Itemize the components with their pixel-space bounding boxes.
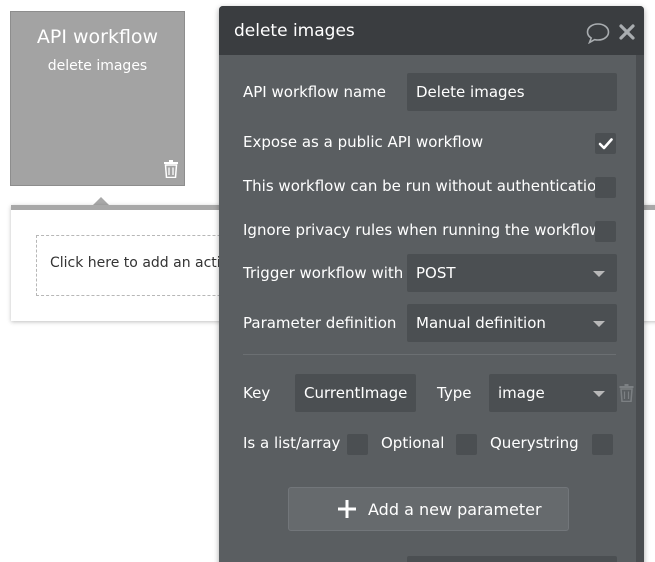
trigger-label: Trigger workflow with — [243, 264, 404, 282]
workflow-name-input[interactable]: Delete images — [407, 73, 617, 111]
workflow-name-label: API workflow name — [243, 83, 386, 101]
param-key-input[interactable]: CurrentImage — [295, 374, 416, 412]
param-definition-dropdown[interactable]: Manual definition — [407, 304, 617, 342]
panel-header: delete images — [219, 6, 644, 55]
panel-title: delete images — [234, 21, 355, 41]
trigger-dropdown[interactable]: POST — [407, 254, 617, 292]
trigger-value: POST — [416, 264, 456, 282]
add-parameter-button[interactable]: Add a new parameter — [288, 487, 569, 531]
add-action-text[interactable]: Click here to add an action — [50, 255, 225, 271]
param-definition-value: Manual definition — [416, 314, 546, 332]
workflow-card-subtitle: delete images — [47, 58, 148, 74]
param-type-value: image — [498, 384, 545, 402]
param-type-dropdown[interactable]: image — [489, 374, 617, 412]
param-type-label: Type — [437, 384, 472, 402]
expose-public-label: Expose as a public API workflow — [243, 133, 484, 151]
ignore-privacy-label: Ignore privacy rules when running the wo… — [243, 221, 602, 239]
param-key-value: CurrentImage — [304, 384, 408, 402]
add-parameter-label: Add a new parameter — [368, 500, 542, 519]
plus-icon — [338, 500, 356, 518]
property-editor-panel: delete images API workflow name Delete i… — [219, 6, 644, 562]
querystring-label: Querystring — [490, 434, 579, 452]
querystring-checkbox[interactable] — [592, 434, 613, 455]
chevron-down-icon — [593, 271, 605, 277]
section-divider — [243, 354, 616, 355]
is-list-checkbox[interactable] — [347, 434, 368, 455]
trash-icon[interactable] — [619, 384, 634, 402]
checkmark-icon — [598, 138, 613, 150]
no-auth-checkbox[interactable] — [595, 177, 616, 198]
optional-label: Optional — [381, 434, 445, 452]
chevron-down-icon — [593, 391, 605, 397]
is-list-label: Is a list/array — [243, 434, 341, 452]
next-field-partial[interactable] — [407, 556, 617, 562]
param-definition-label: Parameter definition — [243, 314, 397, 332]
workflow-card[interactable]: API workflow delete images — [10, 11, 185, 186]
editor-root: API workflow delete images Click here to… — [0, 0, 655, 562]
no-auth-label: This workflow can be run without authent… — [243, 177, 606, 195]
ignore-privacy-checkbox[interactable] — [595, 221, 616, 242]
trash-icon[interactable] — [163, 160, 179, 178]
close-icon[interactable] — [618, 23, 636, 41]
optional-checkbox[interactable] — [456, 434, 477, 455]
panel-scrollbar[interactable] — [636, 55, 644, 562]
chevron-down-icon — [593, 321, 605, 327]
workflow-name-value: Delete images — [416, 83, 525, 101]
param-key-label: Key — [243, 384, 271, 402]
expose-public-checkbox[interactable] — [595, 133, 616, 154]
workflow-card-title: API workflow — [36, 26, 159, 48]
comment-icon[interactable] — [586, 22, 610, 44]
